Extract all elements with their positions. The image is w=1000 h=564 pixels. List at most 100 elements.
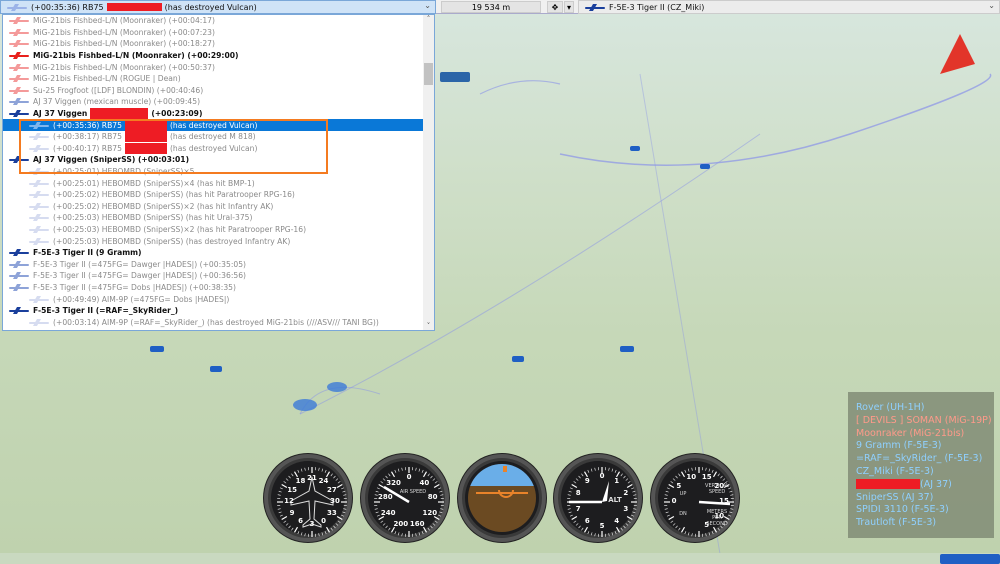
ground-unit	[150, 346, 164, 352]
camera-icon: ✥	[552, 3, 559, 12]
highlight-box	[19, 119, 328, 174]
item-text: MiG-21bis Fishbed-L/N (ROGUE | Dean)	[33, 74, 181, 83]
ground-unit	[700, 164, 710, 169]
tick-label: 24	[316, 477, 332, 485]
list-item[interactable]: (+00:25:03) HEBOMBD (SniperSS) (has hit …	[3, 212, 434, 224]
heading-indicator: 21242730330369121518	[264, 454, 352, 542]
redacted-name	[856, 479, 920, 489]
list-item[interactable]: MiG-21bis Fishbed-L/N (ROGUE | Dean)	[3, 73, 434, 85]
tick-label: 6	[293, 517, 309, 525]
item-text: Su-25 Frogfoot ([LDF] BLONDIN) (+00:40:4…	[33, 86, 203, 95]
tick-label: 280	[377, 493, 393, 501]
plane-icon	[29, 191, 49, 198]
vsi-up-label: UP	[676, 491, 690, 497]
item-text: F-5E-3 Tiger II (=475FG= Dobs |HADES|) (…	[33, 283, 236, 292]
plane-icon	[29, 214, 49, 221]
player-entry: Rover (UH-1H)	[856, 402, 986, 415]
tick-label: 120	[422, 509, 438, 517]
list-item[interactable]: F-5E-3 Tiger II (=475FG= Dobs |HADES|) (…	[3, 282, 434, 294]
event-dropdown-list[interactable]: MiG-21bis Fishbed-L/N (Moonraker) (+00:0…	[2, 14, 435, 331]
tick-label: 5	[594, 522, 610, 530]
item-text: F-5E-3 Tiger II (=475FG= Dawger |HADES|)…	[33, 260, 246, 269]
event-combo[interactable]: (+00:35:36) RB75 (has destroyed Vulcan) …	[0, 0, 436, 14]
list-item[interactable]: (+00:25:02) HEBOMBD (SniperSS) (has hit …	[3, 189, 434, 201]
list-item[interactable]: (+00:25:01) HEBOMBD (SniperSS)×4 (has hi…	[3, 177, 434, 189]
redacted-name	[107, 3, 162, 11]
list-item[interactable]: (+00:03:14) AIM-9P (=RAF=_SkyRider_) (ha…	[3, 316, 434, 328]
player-name: Rover (UH-1H)	[856, 402, 925, 413]
plane-icon	[9, 75, 29, 82]
scroll-down-icon[interactable]: ˅	[423, 322, 434, 330]
plane-icon	[9, 110, 29, 117]
tick-label: 33	[324, 509, 340, 517]
item-text: AJ 37 Viggen (mexican muscle) (+00:09:45…	[33, 97, 200, 106]
tick-label: 5	[671, 482, 687, 490]
plane-icon	[9, 52, 29, 59]
item-text: AJ 37 Viggen	[33, 109, 87, 118]
plane-icon	[9, 284, 29, 291]
item-text: (+00:25:03) HEBOMBD (SniperSS) (has dest…	[53, 237, 290, 246]
player-name: Trautloft (F-5E-3)	[856, 517, 936, 528]
plane-icon	[9, 64, 29, 71]
list-item[interactable]: MiG-21bis Fishbed-L/N (Moonraker) (+00:0…	[3, 27, 434, 39]
camera-mode-button[interactable]: ✥	[547, 1, 563, 13]
altimeter: 0123456789ALT	[554, 454, 642, 542]
scroll-up-icon[interactable]: ˄	[423, 15, 434, 23]
item-text: (+00:25:02) HEBOMBD (SniperSS)×2 (has hi…	[53, 202, 273, 211]
tick-label: 40	[416, 479, 432, 487]
tick-label: 15	[284, 486, 300, 494]
list-item[interactable]: AJ 37 Viggen(+00:23:09)	[3, 108, 434, 120]
list-item[interactable]: (+00:25:03) HEBOMBD (SniperSS) (has dest…	[3, 235, 434, 247]
player-name: (AJ 37)	[920, 479, 952, 490]
tick-label: 9	[579, 477, 595, 485]
ground-unit	[210, 366, 222, 372]
tick-label: 27	[324, 486, 340, 494]
tick-label: 200	[393, 520, 409, 528]
tick-label: 30	[327, 497, 343, 505]
item-text: F-5E-3 Tiger II (=RAF=_SkyRider_)	[33, 306, 178, 315]
list-item[interactable]: F-5E-3 Tiger II (=RAF=_SkyRider_)	[3, 305, 434, 317]
plane-icon	[9, 87, 29, 94]
list-item[interactable]: F-5E-3 Tiger II (9 Gramm)	[3, 247, 434, 259]
list-item[interactable]: (+00:49:49) AIM-9P (=475FG= Dobs |HADES|…	[3, 293, 434, 305]
selected-event: (+00:35:36) RB75	[31, 3, 104, 12]
scrollbar[interactable]: ˄ ˅	[423, 15, 434, 330]
player-list: Rover (UH-1H)[ DEVILS ] SOMAN (MiG-19P)M…	[848, 392, 994, 538]
item-text: F-5E-3 Tiger II (9 Gramm)	[33, 248, 142, 257]
list-item[interactable]: MiG-21bis Fishbed-L/N (Moonraker) (+00:1…	[3, 38, 434, 50]
scrollbar-thumb[interactable]	[424, 63, 433, 85]
player-name: 9 Gramm (F-5E-3)	[856, 440, 942, 451]
view-object: F-5E-3 Tiger II (CZ_Miki)	[609, 3, 704, 12]
tick-label: 7	[570, 505, 586, 513]
list-item[interactable]: (+00:25:03) HEBOMBD (SniperSS)×2 (has hi…	[3, 224, 434, 236]
tick-label: 4	[609, 517, 625, 525]
tick-label: 8	[570, 489, 586, 497]
plane-icon	[585, 4, 605, 11]
tick-label: 0	[401, 473, 417, 481]
list-item[interactable]: MiG-21bis Fishbed-L/N (Moonraker) (+00:2…	[3, 50, 434, 62]
view-object-combo[interactable]: F-5E-3 Tiger II (CZ_Miki) ⌄	[578, 0, 1000, 14]
list-item[interactable]: MiG-21bis Fishbed-L/N (Moonraker) (+00:0…	[3, 15, 434, 27]
list-item[interactable]: F-5E-3 Tiger II (=475FG= Dawger |HADES|)…	[3, 270, 434, 282]
player-entry: Trautloft (F-5E-3)	[856, 517, 986, 530]
list-item[interactable]: Su-25 Frogfoot ([LDF] BLONDIN) (+00:40:4…	[3, 85, 434, 97]
list-item[interactable]: (+00:25:02) HEBOMBD (SniperSS)×2 (has hi…	[3, 201, 434, 213]
chevron-down-icon: ⌄	[988, 1, 995, 10]
player-name: CZ_Miki (F-5E-3)	[856, 466, 934, 477]
vsi-label-top: VERTICAL SPEED	[702, 483, 732, 495]
list-item[interactable]: MiG-21bis Fishbed-L/N (Moonraker) (+00:5…	[3, 61, 434, 73]
camera-mode-dropdown[interactable]: ▾	[564, 1, 574, 13]
item-text: (+00:25:01) HEBOMBD (SniperSS)×4 (has hi…	[53, 179, 255, 188]
item-text: MiG-21bis Fishbed-L/N (Moonraker) (+00:5…	[33, 63, 215, 72]
airspeed-indicator: 04080120160200240280320AIR SPEED	[361, 454, 449, 542]
list-item[interactable]: F-5E-3 Tiger II (=475FG= Dawger |HADES|)…	[3, 258, 434, 270]
tick-label: 240	[380, 509, 396, 517]
distance-field: 19 534 m	[441, 1, 541, 13]
player-entry: Moonraker (MiG-21bis)	[856, 428, 986, 441]
ground-unit	[940, 554, 1000, 564]
player-entry: CZ_Miki (F-5E-3)	[856, 466, 986, 479]
list-item[interactable]: AJ 37 Viggen (mexican muscle) (+00:09:45…	[3, 96, 434, 108]
vsi-label-bottom: METERS PER SECOND	[702, 509, 732, 527]
tick-label: 12	[281, 497, 297, 505]
plane-icon	[29, 203, 49, 210]
